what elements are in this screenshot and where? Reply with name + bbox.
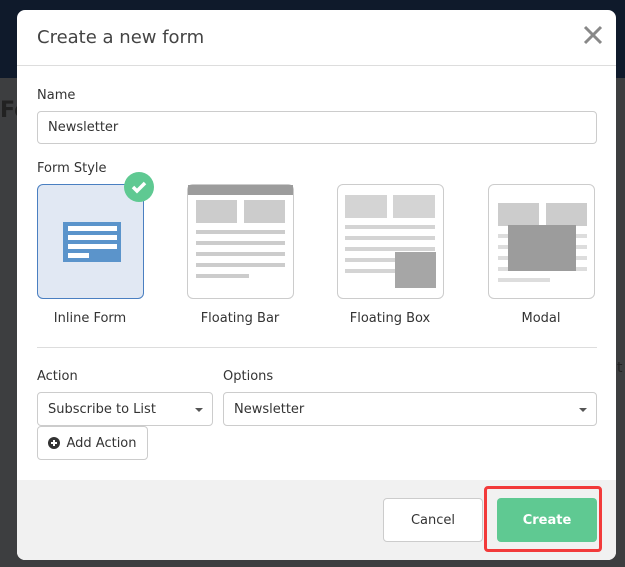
chevron-down-icon bbox=[195, 408, 203, 412]
style-card-modal[interactable] bbox=[488, 184, 595, 299]
style-card-floating-box[interactable] bbox=[337, 184, 444, 299]
style-card-floating-bar[interactable] bbox=[187, 184, 294, 299]
action-select[interactable]: Subscribe to List bbox=[37, 392, 213, 426]
close-icon[interactable] bbox=[582, 24, 604, 46]
cancel-button[interactable]: Cancel bbox=[383, 498, 483, 542]
chevron-down-icon bbox=[579, 408, 587, 412]
modal-icon bbox=[498, 203, 587, 282]
highlight-box bbox=[484, 486, 602, 552]
style-label-floating-bar: Floating Bar bbox=[200, 311, 280, 326]
name-input[interactable]: Newsletter bbox=[37, 111, 597, 144]
name-label: Name bbox=[37, 88, 76, 103]
inline-form-icon bbox=[63, 222, 121, 262]
divider bbox=[37, 347, 597, 348]
options-label: Options bbox=[223, 369, 274, 384]
add-action-button[interactable]: Add Action bbox=[37, 426, 148, 460]
plus-circle-icon bbox=[48, 437, 61, 449]
add-action-label: Add Action bbox=[66, 435, 137, 451]
style-label-modal: Modal bbox=[521, 311, 561, 326]
selected-check-icon bbox=[124, 172, 154, 202]
create-form-dialog: Create a new form Name Newsletter Form S… bbox=[17, 10, 616, 560]
floating-box-icon bbox=[345, 195, 436, 288]
floating-bar-icon bbox=[188, 185, 293, 278]
action-label: Action bbox=[37, 369, 78, 384]
dialog-header: Create a new form bbox=[17, 10, 616, 66]
action-select-value: Subscribe to List bbox=[48, 401, 156, 417]
background-text: t bbox=[617, 360, 623, 376]
dialog-title: Create a new form bbox=[37, 27, 205, 48]
options-select[interactable]: Newsletter bbox=[223, 392, 597, 426]
style-label-inline-form: Inline Form bbox=[53, 311, 127, 326]
form-style-label: Form Style bbox=[37, 161, 107, 176]
options-select-value: Newsletter bbox=[234, 401, 305, 417]
style-label-floating-box: Floating Box bbox=[349, 311, 431, 326]
